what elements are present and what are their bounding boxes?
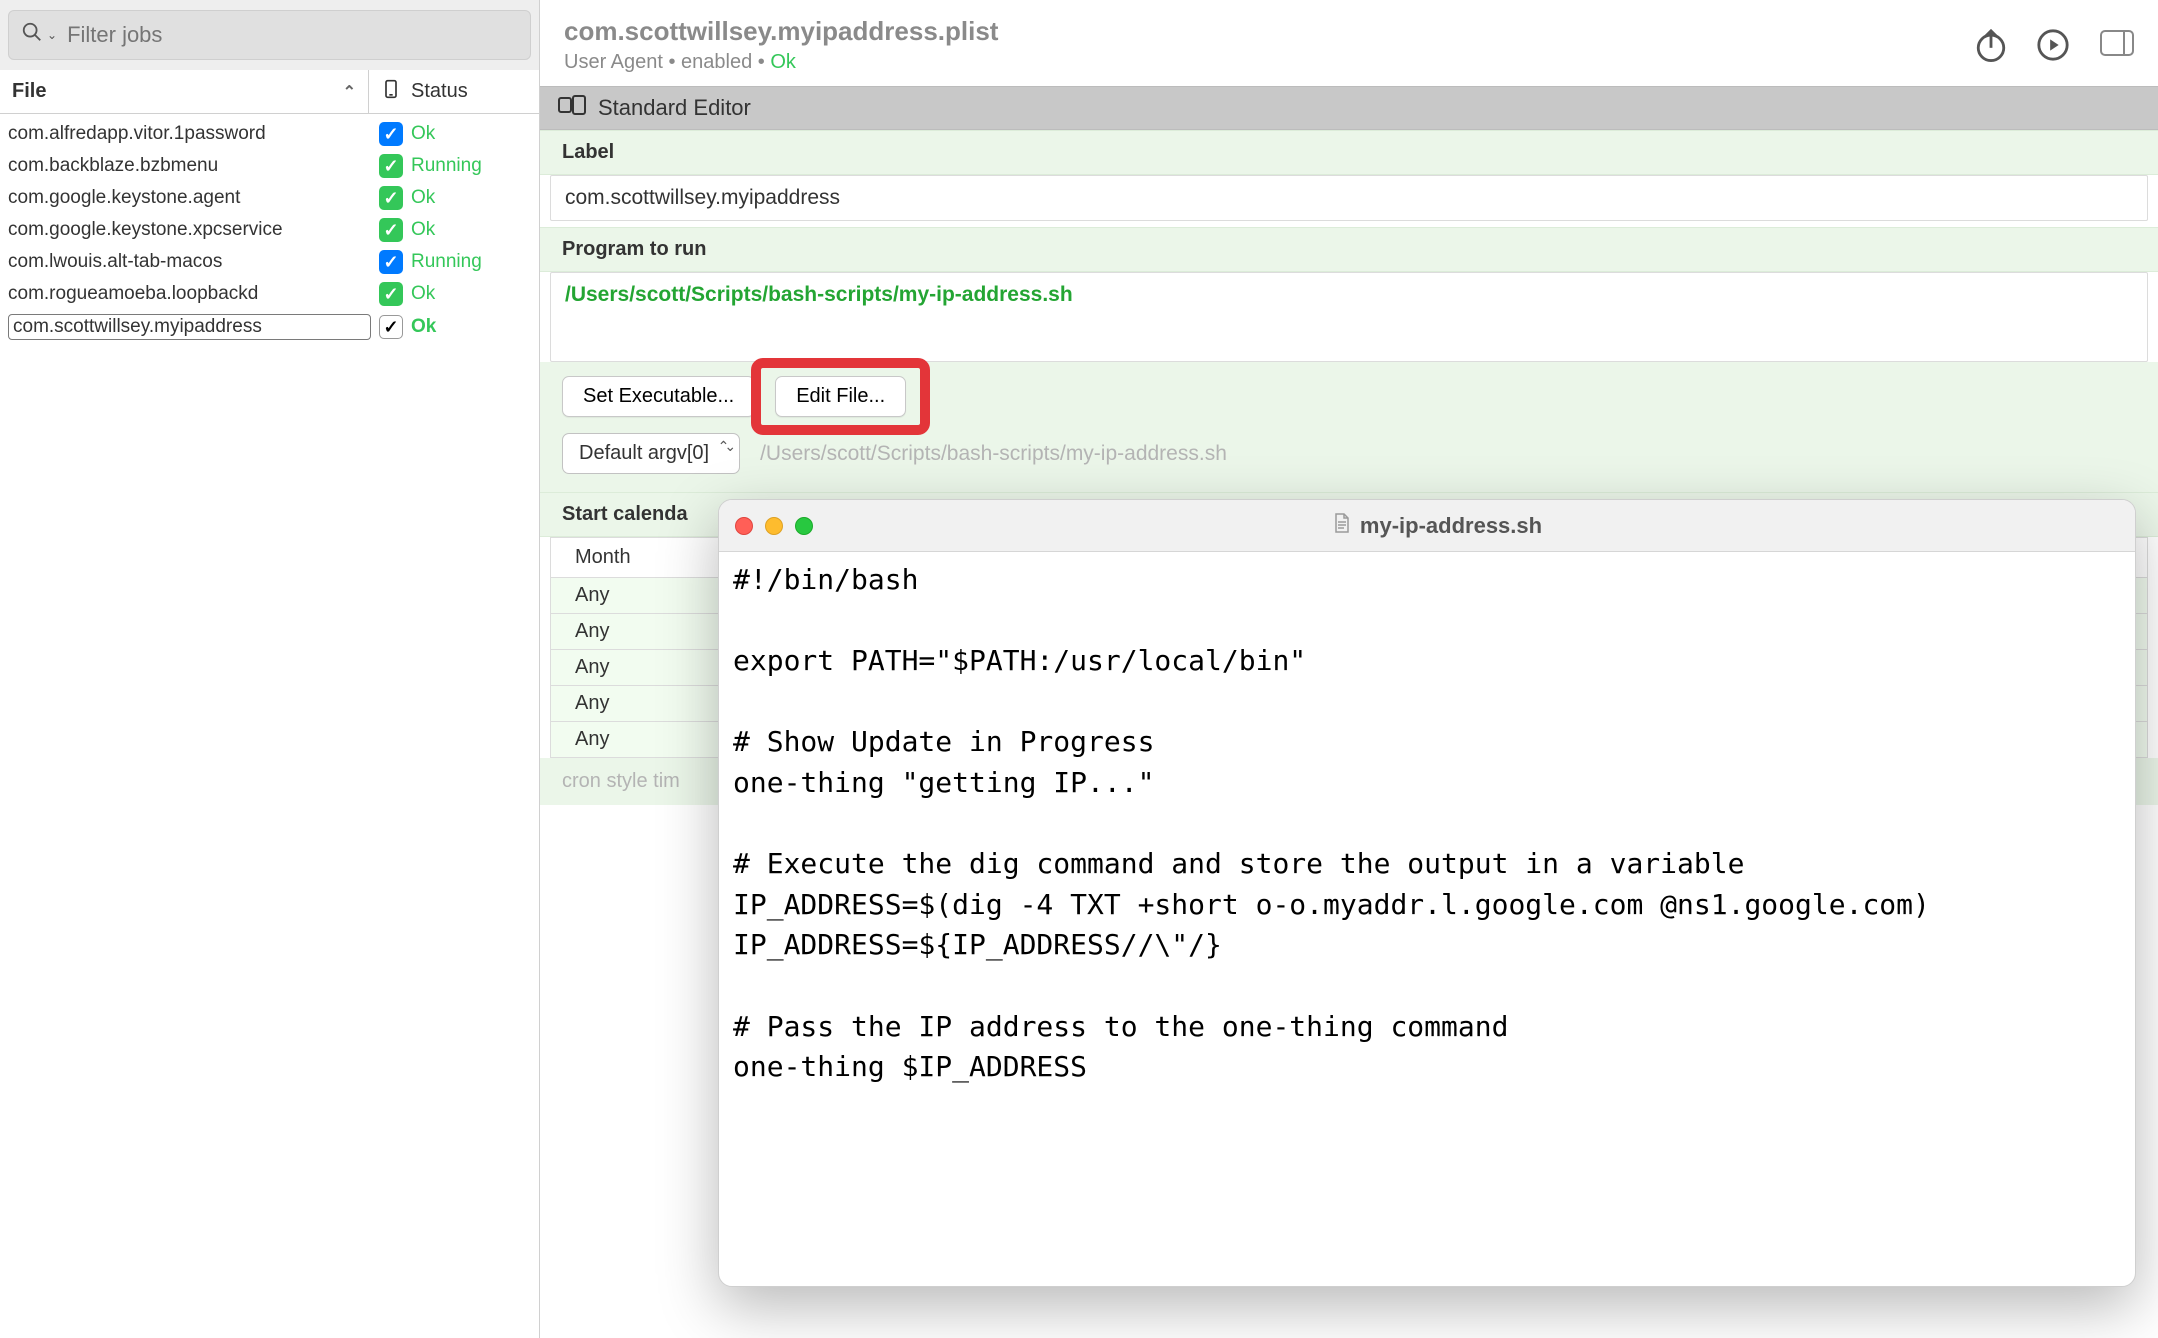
document-icon xyxy=(1334,513,1350,539)
job-name: com.backblaze.bzbmenu xyxy=(8,155,371,177)
job-name: com.google.keystone.agent xyxy=(8,187,371,209)
job-name: com.scottwillsey.myipaddress xyxy=(8,314,371,340)
title-block: com.scottwillsey.myipaddress.plist User … xyxy=(564,16,1944,74)
job-name: com.alfredapp.vitor.1password xyxy=(8,123,371,145)
edit-file-button[interactable]: Edit File... xyxy=(775,376,906,417)
job-enabled-checkbox[interactable]: ✓ xyxy=(379,250,403,274)
job-status: Running xyxy=(411,155,531,177)
column-header-file-label: File xyxy=(12,80,46,103)
device-icon xyxy=(381,77,401,107)
job-list: com.alfredapp.vitor.1password ✓ Ok com.back… xyxy=(0,114,539,344)
sidebar: ⌄ File ⌃ Status com.alfredapp.vitor.1pas… xyxy=(0,0,540,1338)
editor-strip-title: Standard Editor xyxy=(598,95,751,121)
label-value-field[interactable]: com.scottwillsey.myipaddress xyxy=(550,175,2148,221)
job-status: Running xyxy=(411,251,531,273)
search-input[interactable] xyxy=(65,21,518,49)
sort-chevron-icon: ⌃ xyxy=(343,82,356,102)
subtitle-prefix: User Agent • enabled • xyxy=(564,51,770,73)
search-field-container[interactable]: ⌄ xyxy=(8,10,531,60)
script-editor-content[interactable]: #!/bin/bash export PATH="$PATH:/usr/loca… xyxy=(719,552,2135,1286)
script-editor-titlebar[interactable]: my-ip-address.sh xyxy=(719,500,2135,552)
job-row[interactable]: com.lwouis.alt-tab-macos ✓ Running xyxy=(6,246,533,278)
column-header-file[interactable]: File ⌃ xyxy=(0,70,368,113)
column-header-status-label: Status xyxy=(411,80,468,103)
script-editor-title: my-ip-address.sh xyxy=(757,513,2119,539)
job-status: Ok xyxy=(411,283,531,305)
job-status: Ok xyxy=(411,123,531,145)
main-pane: com.scottwillsey.myipaddress.plist User … xyxy=(540,0,2158,1338)
job-row[interactable]: com.rogueamoeba.loopbackd ✓ Ok xyxy=(6,278,533,310)
program-path-field[interactable]: /Users/scott/Scripts/bash-scripts/my-ip-… xyxy=(550,272,2148,362)
run-icon[interactable] xyxy=(2036,28,2070,62)
job-row[interactable]: com.backblaze.bzbmenu ✓ Running xyxy=(6,150,533,182)
program-section-header: Program to run xyxy=(540,227,2158,272)
set-executable-button[interactable]: Set Executable... xyxy=(562,376,755,417)
job-row[interactable]: com.scottwillsey.myipaddress ✓ Ok xyxy=(6,310,533,344)
close-icon[interactable] xyxy=(735,517,753,535)
label-section-header: Label xyxy=(540,130,2158,175)
job-enabled-checkbox[interactable]: ✓ xyxy=(379,218,403,242)
load-icon[interactable] xyxy=(1974,28,2008,62)
job-status: Ok xyxy=(411,219,531,241)
job-status: Ok xyxy=(411,316,531,338)
job-status: Ok xyxy=(411,187,531,209)
page-title: com.scottwillsey.myipaddress.plist xyxy=(564,16,1944,47)
job-enabled-checkbox[interactable]: ✓ xyxy=(379,154,403,178)
script-editor-window: my-ip-address.sh #!/bin/bash export PATH… xyxy=(718,499,2136,1287)
program-button-row: Set Executable... Edit File... xyxy=(540,362,2158,433)
editor-strip: Standard Editor xyxy=(540,86,2158,130)
page-subtitle: User Agent • enabled • Ok xyxy=(564,51,1944,74)
job-enabled-checkbox[interactable]: ✓ xyxy=(379,315,403,339)
cron-input[interactable]: cron style tim xyxy=(562,770,680,792)
main-header: com.scottwillsey.myipaddress.plist User … xyxy=(540,0,2158,86)
job-row[interactable]: com.google.keystone.agent ✓ Ok xyxy=(6,182,533,214)
toolbar-icons xyxy=(1974,28,2070,62)
editor-mode-icon xyxy=(558,95,586,121)
column-header-status[interactable]: Status xyxy=(369,70,539,113)
search-icon xyxy=(21,21,43,49)
sidebar-column-headers: File ⌃ Status xyxy=(0,70,539,114)
job-name: com.rogueamoeba.loopbackd xyxy=(8,283,371,305)
job-name: com.lwouis.alt-tab-macos xyxy=(8,251,371,273)
argv-select[interactable]: Default argv[0] xyxy=(562,433,740,474)
job-enabled-checkbox[interactable]: ✓ xyxy=(379,122,403,146)
argv-path-display: /Users/scott/Scripts/bash-scripts/my-ip-… xyxy=(760,442,1227,466)
argv-row: Default argv[0] /Users/scott/Scripts/bas… xyxy=(540,433,2158,492)
job-row[interactable]: com.alfredapp.vitor.1password ✓ Ok xyxy=(6,118,533,150)
job-row[interactable]: com.google.keystone.xpcservice ✓ Ok xyxy=(6,214,533,246)
subtitle-status: Ok xyxy=(770,51,796,73)
sidebar-search-wrap: ⌄ xyxy=(0,0,539,70)
job-name: com.google.keystone.xpcservice xyxy=(8,219,371,241)
job-enabled-checkbox[interactable]: ✓ xyxy=(379,282,403,306)
search-options-chevron-icon[interactable]: ⌄ xyxy=(47,28,57,42)
script-editor-filename: my-ip-address.sh xyxy=(1360,513,1542,539)
job-enabled-checkbox[interactable]: ✓ xyxy=(379,186,403,210)
panel-toggle-icon[interactable] xyxy=(2100,30,2134,60)
